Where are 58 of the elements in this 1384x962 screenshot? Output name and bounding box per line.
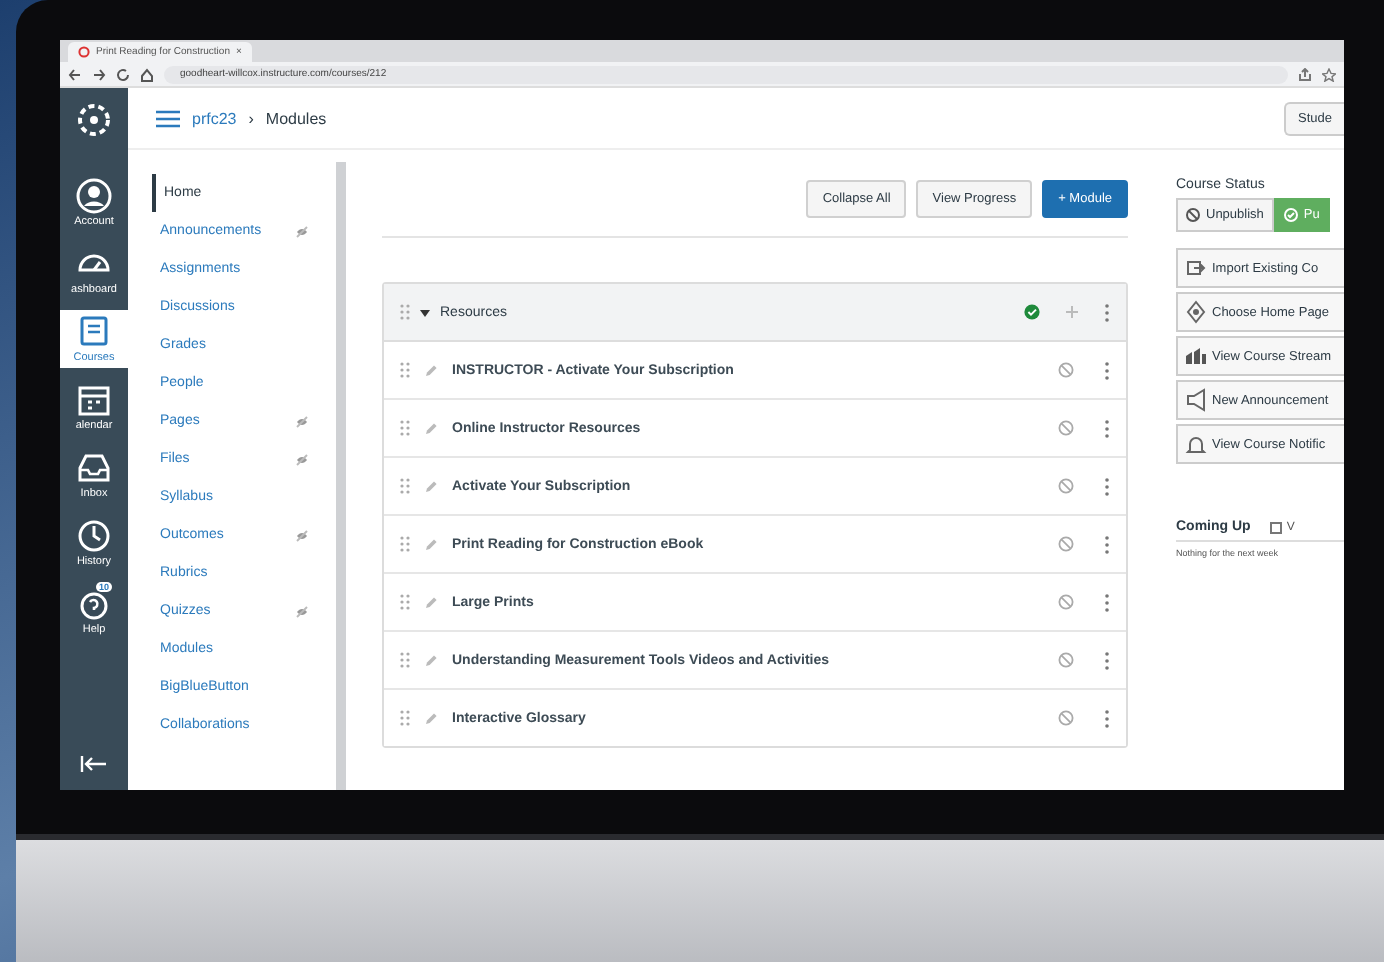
check-icon bbox=[1283, 208, 1298, 222]
drag-handle-icon[interactable] bbox=[400, 304, 410, 320]
unpublished-icon[interactable] bbox=[1058, 710, 1074, 726]
unpublished-icon bbox=[1186, 208, 1200, 222]
import-icon bbox=[1184, 256, 1208, 280]
pencil-icon bbox=[424, 653, 438, 667]
unpublished-icon[interactable] bbox=[1058, 362, 1074, 378]
star-icon[interactable] bbox=[1322, 67, 1336, 81]
forward-icon[interactable] bbox=[92, 67, 106, 81]
drag-handle-icon[interactable] bbox=[400, 536, 410, 552]
drag-handle-icon[interactable] bbox=[400, 420, 410, 436]
menu-icon[interactable] bbox=[156, 109, 180, 127]
unpublished-icon[interactable] bbox=[1058, 536, 1074, 552]
unpublished-icon[interactable] bbox=[1058, 420, 1074, 436]
chart-icon bbox=[1184, 344, 1208, 368]
calendar-icon bbox=[76, 382, 112, 418]
more-icon[interactable] bbox=[1104, 361, 1110, 379]
calendar-icon bbox=[1270, 521, 1283, 533]
reload-icon[interactable] bbox=[116, 67, 130, 81]
breadcrumb-separator: › bbox=[248, 109, 254, 127]
unpublished-icon[interactable] bbox=[1058, 594, 1074, 610]
drag-handle-icon[interactable] bbox=[400, 710, 410, 726]
home-icon[interactable] bbox=[140, 67, 154, 81]
clock-icon bbox=[76, 518, 112, 554]
collapse-icon[interactable] bbox=[80, 754, 108, 774]
pencil-icon bbox=[424, 363, 438, 377]
pencil-icon bbox=[424, 537, 438, 551]
more-icon[interactable] bbox=[1104, 477, 1110, 495]
unpublished-icon[interactable] bbox=[1058, 652, 1074, 668]
scrollbar[interactable] bbox=[336, 162, 346, 790]
pencil-icon bbox=[424, 479, 438, 493]
drag-handle-icon[interactable] bbox=[400, 362, 410, 378]
drag-handle-icon[interactable] bbox=[400, 652, 410, 668]
pencil-icon bbox=[424, 711, 438, 725]
inbox-icon bbox=[76, 450, 112, 486]
pencil-icon bbox=[424, 421, 438, 435]
more-icon[interactable] bbox=[1104, 303, 1110, 321]
caret-icon[interactable] bbox=[420, 307, 430, 317]
more-icon[interactable] bbox=[1104, 709, 1110, 727]
bell-icon bbox=[1184, 432, 1208, 456]
megaphone-icon bbox=[1184, 388, 1208, 412]
more-icon[interactable] bbox=[1104, 419, 1110, 437]
more-icon[interactable] bbox=[1104, 651, 1110, 669]
breadcrumb-link[interactable]: prfc23 bbox=[192, 109, 237, 127]
unpublished-icon[interactable] bbox=[1058, 478, 1074, 494]
pencil-icon bbox=[424, 595, 438, 609]
more-icon[interactable] bbox=[1104, 535, 1110, 553]
diamond-icon bbox=[1184, 300, 1208, 324]
drag-handle-icon[interactable] bbox=[400, 478, 410, 494]
book-icon bbox=[76, 314, 112, 350]
drag-handle-icon[interactable] bbox=[400, 594, 410, 610]
share-icon[interactable] bbox=[1298, 67, 1312, 81]
more-icon[interactable] bbox=[1104, 593, 1110, 611]
account-icon bbox=[76, 178, 112, 214]
published-icon[interactable] bbox=[1024, 304, 1040, 320]
back-icon[interactable] bbox=[68, 67, 82, 81]
logo-icon bbox=[74, 100, 114, 140]
breadcrumb-current: Modules bbox=[265, 109, 327, 127]
